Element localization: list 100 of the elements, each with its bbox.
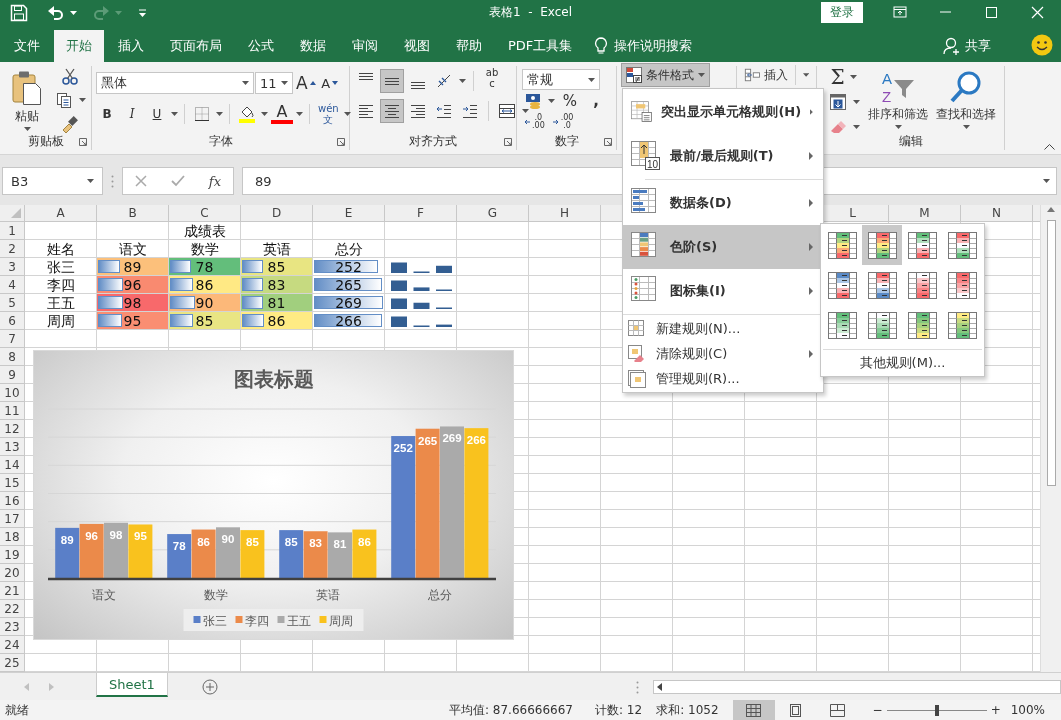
menu-item[interactable]: 色阶(S) — [623, 225, 823, 269]
caret-icon[interactable] — [1043, 179, 1050, 183]
normal-view-button[interactable] — [732, 700, 775, 720]
share-button[interactable]: 共享 — [943, 30, 991, 62]
caret-icon[interactable] — [548, 98, 555, 103]
ribbon-tab[interactable]: 数据 — [288, 30, 338, 62]
caret-icon[interactable] — [459, 79, 466, 83]
name-box[interactable]: B3 — [2, 167, 103, 195]
more-rules-item[interactable]: 其他规则(M)... — [821, 350, 984, 376]
horizontal-scrollbar[interactable] — [653, 680, 1061, 694]
scroll-thumb[interactable] — [1046, 220, 1056, 486]
ribbon-tab[interactable]: 公式 — [236, 30, 286, 62]
align-middle-button[interactable] — [381, 70, 403, 92]
menu-item[interactable]: 新建规则(N)... — [623, 316, 823, 341]
row-header: 2 — [0, 240, 25, 258]
paste-button[interactable]: 粘贴 — [5, 66, 49, 133]
data-label: 86 — [358, 535, 371, 548]
menu-item[interactable]: 清除规则(C) — [623, 341, 823, 366]
zoom-out-button[interactable]: − — [872, 703, 883, 717]
caret-icon[interactable] — [171, 112, 178, 116]
maximize-icon — [985, 6, 999, 19]
find-select-button[interactable]: 查找和选择 — [936, 66, 996, 133]
caret-icon[interactable] — [261, 112, 268, 116]
tell-me-search[interactable]: 操作说明搜索 — [594, 30, 693, 62]
caret-icon[interactable] — [894, 125, 902, 129]
caret-icon[interactable] — [853, 125, 860, 129]
caret-icon[interactable] — [588, 77, 595, 82]
caret-icon[interactable] — [23, 127, 31, 131]
caret-icon[interactable] — [216, 112, 223, 116]
insert-cells-button[interactable]: 插入 — [742, 64, 811, 86]
font-color-button[interactable]: A — [271, 104, 293, 124]
ribbon-tab[interactable]: 开始 — [54, 30, 104, 62]
color-scale-option[interactable] — [862, 225, 902, 265]
italic-button[interactable]: I — [121, 103, 143, 125]
ribbon-tab[interactable]: 审阅 — [340, 30, 390, 62]
menu-item[interactable]: 突出显示单元格规则(H) — [623, 90, 823, 134]
phonetic-button[interactable]: wén 文 — [316, 102, 341, 126]
row-header: 5 — [0, 294, 25, 312]
add-sheet-icon[interactable] — [201, 679, 218, 695]
decrease-decimal-button[interactable]: .00 .0 — [550, 111, 576, 133]
caret-icon[interactable] — [849, 75, 857, 79]
grow-font-button[interactable]: A — [294, 72, 318, 94]
ribbon-tab[interactable]: 页面布局 — [158, 30, 234, 62]
save-icon[interactable] — [10, 3, 28, 22]
row-header: 13 — [0, 438, 25, 456]
font-name-field[interactable]: 黑体 — [96, 72, 254, 94]
sort-filter-button[interactable]: A Z 排序和筛选 — [868, 66, 928, 133]
ribbon-tab[interactable]: 帮助 — [444, 30, 494, 62]
dialog-launcher-icon[interactable] — [79, 137, 87, 146]
caret-icon[interactable] — [343, 112, 351, 116]
caret-icon[interactable] — [79, 98, 86, 102]
fill-button[interactable] — [827, 91, 849, 113]
caret-icon[interactable] — [70, 10, 77, 15]
customize-icon[interactable] — [138, 8, 147, 17]
zoom-in-button[interactable]: + — [990, 703, 1001, 717]
autosum-button[interactable]: Σ — [827, 66, 860, 88]
percent-button[interactable]: % — [559, 91, 581, 110]
dialog-launcher-icon[interactable] — [604, 137, 612, 146]
category-label: 数学 — [204, 588, 228, 602]
bold-button[interactable]: B — [96, 103, 118, 125]
increase-decimal-button[interactable]: .0 .00 — [522, 111, 547, 133]
scroll-left-icon[interactable] — [657, 683, 662, 691]
zoom-level[interactable]: 100% — [1010, 703, 1045, 717]
underline-button[interactable]: U — [146, 103, 168, 125]
ribbon-tab[interactable]: 文件 — [2, 30, 52, 62]
caret-icon[interactable] — [281, 81, 288, 85]
dialog-launcher-icon[interactable] — [504, 137, 512, 146]
scroll-up-icon[interactable] — [1047, 207, 1055, 212]
align-center-button[interactable] — [381, 100, 403, 122]
caret-icon[interactable] — [962, 125, 970, 129]
conditional-formatting-button[interactable]: 条件格式 — [622, 64, 709, 86]
caret-icon[interactable] — [296, 112, 303, 116]
caret-icon[interactable] — [698, 73, 705, 77]
row-header: 6 — [0, 312, 25, 330]
caret-icon[interactable] — [522, 109, 529, 113]
font-size-field[interactable]: 11 — [255, 72, 293, 94]
zoom-slider-thumb[interactable] — [934, 704, 939, 716]
grip-icon — [111, 174, 114, 188]
menu-item[interactable]: 图标集(I) — [623, 269, 823, 313]
sign-in-button[interactable]: 登录 — [821, 2, 863, 23]
insert-function-button[interactable]: fx — [208, 173, 221, 189]
ribbon-tab[interactable]: 视图 — [392, 30, 442, 62]
collapse-ribbon-icon[interactable] — [1044, 143, 1055, 150]
ribbon-tab[interactable]: 插入 — [106, 30, 156, 62]
caret-icon[interactable] — [853, 100, 860, 104]
caret-icon[interactable] — [802, 73, 809, 77]
undo-icon[interactable] — [48, 5, 64, 20]
number-format-field[interactable]: 常规 — [522, 69, 600, 90]
caret-icon[interactable] — [242, 81, 249, 85]
menu-item[interactable]: 管理规则(R)... — [623, 366, 823, 391]
shrink-font-button[interactable]: A — [318, 72, 341, 94]
ribbon-tab[interactable]: PDF工具集 — [496, 30, 585, 62]
comma-button[interactable]: , — [585, 91, 607, 110]
smiley-icon[interactable] — [1031, 34, 1053, 56]
vertical-scrollbar[interactable] — [1040, 205, 1061, 672]
menu-item[interactable]: 10 最前/最后规则(T) — [623, 134, 823, 178]
dialog-launcher-icon[interactable] — [337, 137, 345, 146]
caret-icon[interactable] — [87, 179, 94, 183]
wrap-text-button[interactable]: ab c — [481, 64, 503, 92]
sheet-tab[interactable]: Sheet1 — [96, 673, 168, 697]
